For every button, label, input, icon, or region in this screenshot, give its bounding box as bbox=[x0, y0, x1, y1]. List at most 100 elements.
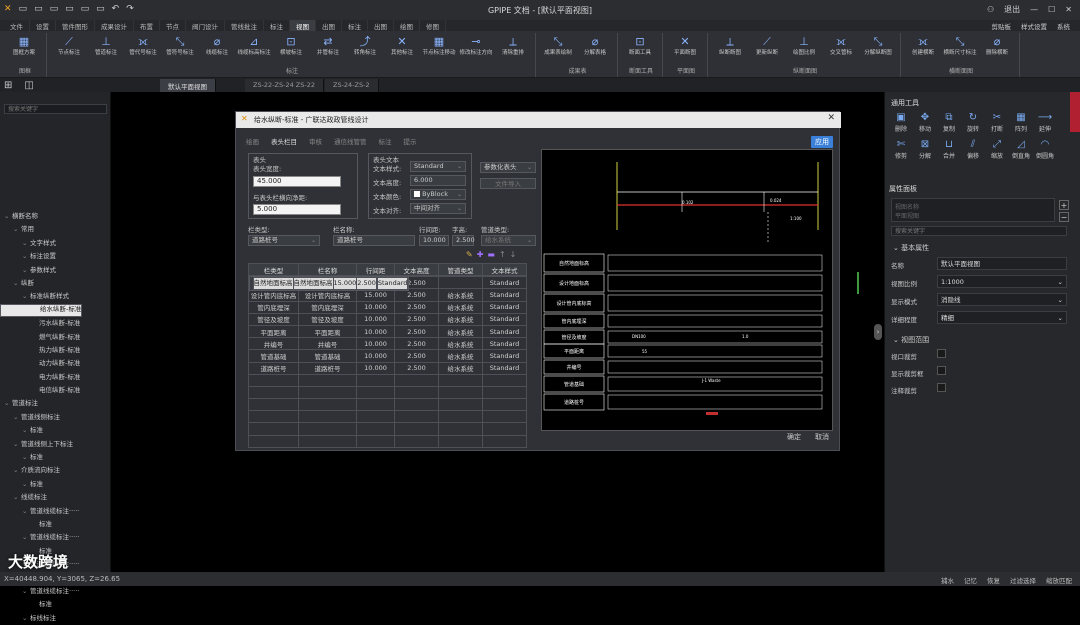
display-select[interactable]: 消隐线 ⌄ bbox=[937, 293, 1067, 306]
tool-button[interactable]: ⫽ 偏移 bbox=[961, 139, 985, 160]
tree-toggle-icon[interactable]: ⌄ bbox=[22, 290, 30, 303]
style-settings-button[interactable]: 样式设置 bbox=[1021, 21, 1047, 31]
tree-item[interactable]: ⌄ 管道线缆标注····· bbox=[0, 585, 111, 598]
table-header[interactable]: 行间距 bbox=[356, 262, 395, 277]
tool-button[interactable]: ◠ 倒圆角 bbox=[1033, 139, 1057, 160]
table-cell[interactable]: Standard bbox=[482, 276, 527, 290]
ribbon-button[interactable]: ▦ 图框方案 bbox=[7, 35, 41, 56]
table-row[interactable]: 道路桩号 道路桩号 10.000 2.500 给水系统 Standard bbox=[248, 361, 527, 375]
table-cell[interactable]: 管径及坡度 bbox=[298, 312, 357, 326]
table-cell[interactable]: Standard bbox=[482, 300, 527, 314]
tree-item[interactable]: ⌄ 横断名称 bbox=[0, 210, 111, 223]
table-cell[interactable]: Standard bbox=[482, 361, 527, 375]
tree-item[interactable]: ⌄ 管道线缆标注····· bbox=[0, 505, 111, 518]
dialog-tab[interactable]: 通信线管管 bbox=[334, 136, 367, 146]
table-cell[interactable]: 管内底埋深 bbox=[298, 300, 357, 314]
table-cell[interactable]: 给水系统 bbox=[438, 288, 483, 302]
table-row[interactable]: 管道基础 管道基础 10.000 2.500 给水系统 Standard bbox=[248, 349, 527, 363]
tree-toggle-icon[interactable]: ⌄ bbox=[13, 277, 21, 290]
status-item[interactable]: 捕水 bbox=[941, 575, 954, 585]
tool-button[interactable]: ▣ 删除 bbox=[889, 112, 913, 133]
dialog-tab[interactable]: 表头栏目 bbox=[271, 136, 297, 146]
menu-item[interactable]: 阀门设计 bbox=[186, 20, 225, 31]
tree-toggle-icon[interactable]: ⌄ bbox=[13, 491, 21, 504]
dialog-tab[interactable]: 绘画 bbox=[246, 136, 259, 146]
table-cell[interactable]: 给水系统 bbox=[438, 361, 483, 375]
status-item[interactable]: 缩放匹配 bbox=[1046, 575, 1072, 585]
table-cell[interactable]: Standard bbox=[482, 288, 527, 302]
tree-item[interactable]: ⌄ 管道线缆标注····· bbox=[0, 531, 111, 544]
close-button[interactable]: ✕ bbox=[1065, 5, 1072, 14]
table-cell[interactable]: 2.500 bbox=[394, 312, 439, 326]
status-item[interactable]: 记忆 bbox=[964, 575, 977, 585]
dialog-tab[interactable]: 提示 bbox=[404, 136, 417, 146]
ribbon-button[interactable]: ⊸ 修改标注方向 bbox=[459, 35, 493, 56]
table-cell[interactable]: 自然地面标高 bbox=[292, 277, 334, 291]
ok-button[interactable]: 确定 bbox=[787, 432, 801, 442]
props-selector[interactable]: 视图名称 平面视图 bbox=[891, 198, 1055, 222]
menu-item[interactable]: 出图 bbox=[368, 20, 394, 31]
panel-view-icon[interactable]: ◫ bbox=[24, 80, 33, 91]
table-cell[interactable]: 2.500 bbox=[394, 361, 439, 375]
menu-item[interactable]: 标注 bbox=[264, 20, 290, 31]
tree-toggle-icon[interactable]: ⌄ bbox=[13, 438, 21, 451]
menu-item[interactable]: 设置 bbox=[30, 20, 56, 31]
ribbon-button[interactable]: ✕ 平面断图 bbox=[668, 35, 702, 56]
ribbon-button[interactable]: ⟗ 创建横断 bbox=[906, 35, 940, 56]
table-cell[interactable]: 平面距离 bbox=[248, 324, 299, 339]
tree-item[interactable]: 燃气纵断-标准 bbox=[0, 331, 111, 344]
table-row[interactable]: 平面距离 平面距离 10.000 2.500 给水系统 Standard bbox=[248, 324, 527, 339]
table-row[interactable]: 管径及坡度 管径及坡度 10.000 2.500 给水系统 Standard bbox=[248, 312, 527, 326]
menu-item[interactable]: 修图 bbox=[420, 20, 446, 31]
tree-item[interactable]: ⌄ 标准 bbox=[0, 424, 111, 437]
table-cell[interactable]: 管径及坡度 bbox=[248, 312, 299, 326]
tool-button[interactable]: ⊔ 合并 bbox=[937, 139, 961, 160]
tree-item[interactable]: ⌄ 管道标注 bbox=[0, 397, 111, 410]
ribbon-button[interactable]: ⇄ 井管标注 bbox=[311, 35, 345, 56]
tree-item[interactable]: 标准 bbox=[0, 598, 111, 611]
tree-item[interactable]: 热力纵断-标准 bbox=[0, 344, 111, 357]
table-cell[interactable]: 2.500 bbox=[394, 300, 439, 314]
table-cell[interactable]: 10.000 bbox=[356, 300, 395, 314]
tree-item[interactable]: 电信纵断-标准 bbox=[0, 384, 111, 397]
cancel-button[interactable]: 取消 bbox=[815, 432, 829, 442]
table-cell[interactable]: 给水系统 bbox=[438, 300, 483, 314]
tree-toggle-icon[interactable]: ⌄ bbox=[4, 210, 12, 223]
tool-button[interactable]: ⊠ 分解 bbox=[913, 139, 937, 160]
menu-item[interactable]: 视图 bbox=[290, 20, 316, 31]
menu-item[interactable]: 标注 bbox=[342, 20, 368, 31]
table-cell[interactable]: 2.500 bbox=[394, 324, 439, 339]
table-cell[interactable]: 井编号 bbox=[248, 337, 299, 351]
ribbon-button[interactable]: ⤡ 管符号标注 bbox=[163, 35, 197, 56]
ribbon-button[interactable]: ⤡ 分解纵断图 bbox=[861, 35, 895, 56]
param-header-select[interactable]: 参数化表头 ⌄ bbox=[480, 162, 536, 173]
import-button[interactable]: 文件导入 bbox=[480, 178, 536, 189]
remove-icon[interactable]: − bbox=[1059, 212, 1069, 222]
move-down-icon[interactable]: ↓ bbox=[510, 250, 517, 259]
table-cell[interactable]: 道路桩号 bbox=[298, 361, 357, 375]
tree-toggle-icon[interactable]: ⌄ bbox=[13, 411, 21, 424]
text-style-select[interactable]: Standard ⌄ bbox=[410, 161, 466, 172]
tree-toggle-icon[interactable]: ⌄ bbox=[22, 531, 30, 544]
tree-item[interactable]: ⌄ 标准 bbox=[0, 478, 111, 491]
detail-select[interactable]: 精细 ⌄ bbox=[937, 311, 1067, 324]
tool-button[interactable]: ✄ 修剪 bbox=[889, 139, 913, 160]
font-h-input[interactable]: 2.500 bbox=[452, 235, 475, 246]
scale-select[interactable]: 1:1000 ⌄ bbox=[937, 275, 1067, 288]
logout-link[interactable]: 退出 bbox=[1004, 4, 1020, 15]
tree-item[interactable]: 污水纵断-标准 bbox=[0, 317, 111, 330]
table-cell[interactable]: 给水系统 bbox=[438, 324, 483, 339]
maximize-button[interactable]: ☐ bbox=[1048, 5, 1055, 14]
add-icon[interactable]: + bbox=[1059, 200, 1069, 210]
table-cell[interactable] bbox=[438, 276, 483, 290]
table-cell[interactable]: 10.000 bbox=[356, 361, 395, 375]
edit-icon[interactable]: ✎ bbox=[466, 250, 473, 259]
tree-toggle-icon[interactable]: ⌄ bbox=[22, 612, 30, 625]
tree-item[interactable]: ⌄ 常用 bbox=[0, 223, 111, 236]
table-cell[interactable]: 2.500 bbox=[356, 277, 377, 291]
basic-section-header[interactable]: ⌄ 基本属性 bbox=[893, 243, 929, 253]
document-tab[interactable]: ZS-22-ZS-24 ZS-22 bbox=[245, 79, 324, 92]
status-item[interactable]: 过滤选择 bbox=[1010, 575, 1036, 585]
table-header[interactable]: 文本高度 bbox=[394, 262, 439, 277]
ribbon-button[interactable]: ▦ 节点标注移动 bbox=[422, 35, 456, 56]
